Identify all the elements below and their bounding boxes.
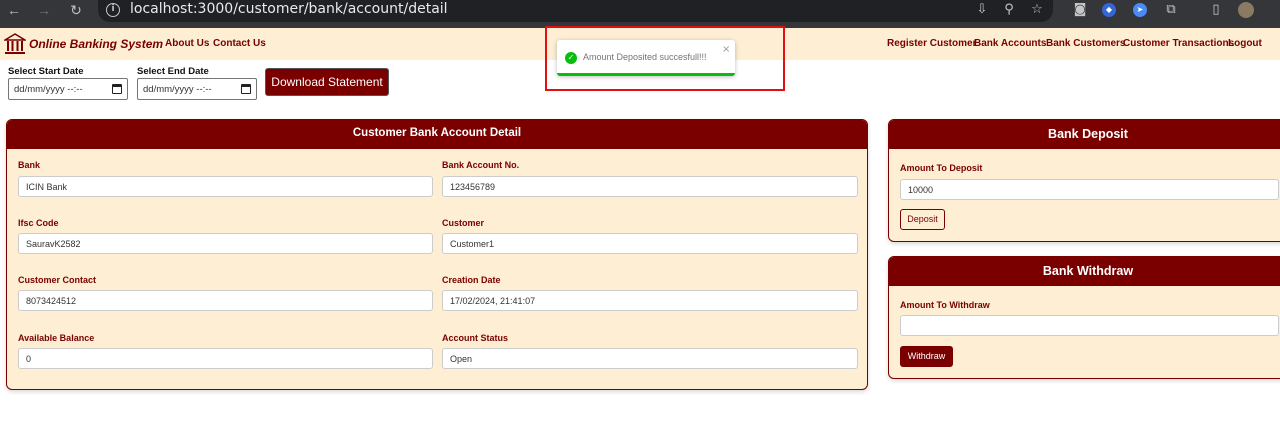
forward-icon[interactable]: →: [34, 0, 54, 20]
account-status-field: Open: [442, 348, 858, 369]
nav-about-us[interactable]: About Us: [165, 38, 209, 49]
withdraw-amount-input[interactable]: [900, 315, 1279, 336]
annotation-highlight-box: [545, 26, 785, 91]
account-status-label: Account Status: [442, 333, 509, 343]
zoom-icon[interactable]: ⚲: [1000, 1, 1018, 19]
withdraw-button[interactable]: Withdraw: [900, 346, 953, 367]
ifsc-value: SauravK2582: [26, 239, 81, 249]
bank-deposit-card: Bank Deposit Amount To Deposit 10000 Dep…: [888, 119, 1280, 242]
start-date-input[interactable]: dd/mm/yyyy --:--: [8, 78, 128, 100]
bank-withdraw-card: Bank Withdraw Amount To Withdraw Withdra…: [888, 256, 1280, 379]
customer-field: Customer1: [442, 233, 858, 254]
creation-date-label: Creation Date: [442, 275, 501, 285]
nav-bank-accounts[interactable]: Bank Accounts: [974, 38, 1046, 49]
bank-deposit-title: Bank Deposit: [889, 120, 1280, 149]
browser-toolbar: ← → ↻ i localhost:3000/customer/bank/acc…: [0, 0, 1280, 28]
contact-label: Customer Contact: [18, 275, 97, 285]
start-date-placeholder: dd/mm/yyyy --:--: [14, 84, 83, 95]
nav-contact-us[interactable]: Contact Us: [213, 38, 266, 49]
deposit-amount-label: Amount To Deposit: [900, 163, 983, 173]
nav-bank-customers[interactable]: Bank Customers: [1046, 38, 1125, 49]
account-detail-title: Customer Bank Account Detail: [7, 120, 867, 149]
bank-withdraw-title: Bank Withdraw: [889, 257, 1280, 286]
extension-arrow-icon[interactable]: ➤: [1133, 3, 1147, 17]
account-number-label: Bank Account No.: [442, 160, 520, 170]
bookmark-star-icon[interactable]: ☆: [1028, 1, 1046, 19]
camera-extension-icon[interactable]: ◙: [1071, 1, 1089, 19]
reload-icon[interactable]: ↻: [66, 0, 86, 20]
end-date-placeholder: dd/mm/yyyy --:--: [143, 84, 212, 95]
balance-value: 0: [26, 354, 32, 364]
site-info-icon[interactable]: i: [106, 3, 120, 17]
url-text: localhost:3000/customer/bank/account/det…: [130, 1, 448, 17]
start-date-label: Select Start Date: [8, 66, 84, 77]
extension-shield-icon[interactable]: ◆: [1102, 3, 1116, 17]
bank-value: ICIN Bank: [26, 182, 68, 192]
customer-label: Customer: [442, 218, 485, 228]
ifsc-label: Ifsc Code: [18, 218, 59, 228]
install-app-icon[interactable]: ⇩: [973, 1, 991, 19]
nav-logout[interactable]: Logout: [1228, 38, 1262, 49]
withdraw-amount-label: Amount To Withdraw: [900, 300, 990, 310]
extensions-puzzle-icon[interactable]: ⧉: [1162, 1, 1180, 19]
address-bar[interactable]: i localhost:3000/customer/bank/account/d…: [98, 0, 1053, 22]
calendar-icon[interactable]: [112, 84, 122, 94]
contact-field: 8073424512: [18, 290, 433, 311]
creation-date-field: 17/02/2024, 21:41:07: [442, 290, 858, 311]
nav-customer-transactions[interactable]: Customer Transactions: [1123, 38, 1234, 49]
customer-value: Customer1: [450, 239, 495, 249]
balance-field: 0: [18, 348, 433, 369]
end-date-label: Select End Date: [137, 66, 209, 77]
bank-building-icon: [4, 33, 26, 54]
bank-label: Bank: [18, 160, 41, 170]
account-status-value: Open: [450, 354, 473, 364]
profile-avatar-icon[interactable]: [1238, 2, 1254, 18]
account-number-value: 123456789: [450, 182, 496, 192]
contact-value: 8073424512: [26, 296, 77, 306]
nav-register-customer[interactable]: Register Customer: [887, 38, 976, 49]
balance-label: Available Balance: [18, 333, 95, 343]
calendar-icon[interactable]: [241, 84, 251, 94]
deposit-button[interactable]: Deposit: [900, 209, 945, 230]
back-icon[interactable]: ←: [4, 0, 24, 20]
end-date-input[interactable]: dd/mm/yyyy --:--: [137, 78, 257, 100]
download-statement-button[interactable]: Download Statement: [265, 68, 389, 96]
creation-date-value: 17/02/2024, 21:41:07: [450, 296, 536, 306]
ifsc-field: SauravK2582: [18, 233, 433, 254]
account-detail-card: Customer Bank Account Detail Bank ICIN B…: [6, 119, 868, 390]
side-panel-icon[interactable]: ▯: [1207, 1, 1225, 19]
bank-field: ICIN Bank: [18, 176, 433, 197]
account-number-field: 123456789: [442, 176, 858, 197]
brand-title[interactable]: Online Banking System: [29, 37, 163, 51]
deposit-amount-input[interactable]: 10000: [900, 179, 1279, 200]
deposit-amount-value: 10000: [908, 185, 934, 195]
